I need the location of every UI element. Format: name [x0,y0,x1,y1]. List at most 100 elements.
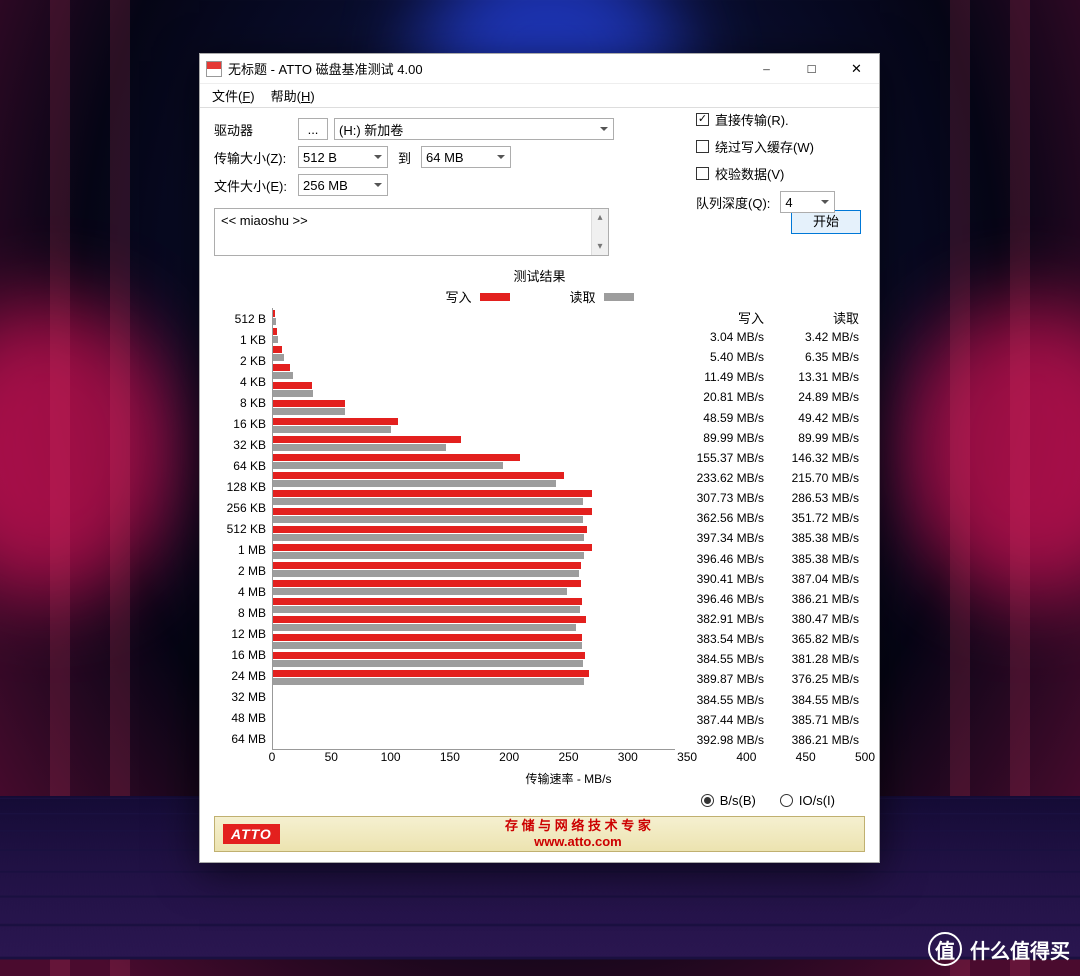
y-tick-label: 4 KB [214,371,272,392]
close-button[interactable]: ✕ [834,54,879,84]
table-row: 48.59 MB/s49.42 MB/s [675,408,865,428]
read-value: 386.21 MB/s [770,733,865,747]
write-bar [273,670,589,677]
table-row: 233.62 MB/s215.70 MB/s [675,468,865,488]
drive-label: 驱动器 [214,120,292,139]
bar-group [273,308,675,326]
write-bar [273,472,564,479]
bar-group [273,326,675,344]
write-bar [273,364,290,371]
table-row: 89.99 MB/s89.99 MB/s [675,428,865,448]
direct-io-checkbox[interactable]: ✓ 直接传输(R). [696,110,835,129]
x-tick-label: 400 [736,750,756,764]
read-value: 24.89 MB/s [770,390,865,404]
write-bar [273,580,581,587]
table-row: 11.49 MB/s13.31 MB/s [675,367,865,387]
write-value: 392.98 MB/s [675,733,770,747]
start-button[interactable]: 开始 [791,210,861,234]
maximize-button[interactable]: □ [789,54,834,84]
write-value: 362.56 MB/s [675,511,770,525]
table-row: 384.55 MB/s384.55 MB/s [675,690,865,710]
y-tick-label: 64 KB [214,455,272,476]
results-table-body: 3.04 MB/s3.42 MB/s5.40 MB/s6.35 MB/s11.4… [675,327,865,750]
y-tick-label: 16 KB [214,413,272,434]
queue-depth-select[interactable]: 4 [780,191,835,213]
legend-write-swatch [480,293,510,301]
x-tick-label: 150 [440,750,460,764]
titlebar: 无标题 - ATTO 磁盘基准测试 4.00 – □ ✕ [200,54,879,84]
table-row: 362.56 MB/s351.72 MB/s [675,508,865,528]
write-bar [273,544,592,551]
write-value: 396.46 MB/s [675,592,770,606]
app-icon [206,61,222,77]
queue-depth-label: 队列深度(Q): [696,193,770,212]
write-bar [273,526,587,533]
bar-group [273,524,675,542]
read-bar [273,570,579,577]
read-bar [273,498,583,505]
read-bar [273,426,391,433]
checkbox-icon [696,167,709,180]
write-bar [273,616,586,623]
write-value: 384.55 MB/s [675,693,770,707]
table-row: 392.98 MB/s386.21 MB/s [675,730,865,750]
scrollbar[interactable]: ▴ ▾ [591,209,608,255]
table-row: 390.41 MB/s387.04 MB/s [675,569,865,589]
bar-group [273,362,675,380]
write-bar [273,310,275,317]
bar-group [273,488,675,506]
table-row: 387.44 MB/s385.71 MB/s [675,710,865,730]
x-tick-label: 500 [855,750,875,764]
scroll-up-icon[interactable]: ▴ [592,209,608,226]
read-value: 385.38 MB/s [770,552,865,566]
menu-help[interactable]: 帮助(H) [263,84,323,107]
bar-group [273,434,675,452]
x-tick-label: 350 [677,750,697,764]
footer-banner: ATTO 存 储 与 网 络 技 术 专 家 www.atto.com [214,816,865,852]
transfer-size-to-select[interactable]: 64 MB [421,146,511,168]
checkbox-icon: ✓ [696,113,709,126]
read-bar [273,606,580,613]
read-value: 384.55 MB/s [770,693,865,707]
app-window: 无标题 - ATTO 磁盘基准测试 4.00 – □ ✕ 文件(F) 帮助(H)… [199,53,880,863]
y-tick-label: 8 MB [214,603,272,624]
drive-refresh-button[interactable]: ... [298,118,328,140]
checkbox-icon [696,140,709,153]
menu-file[interactable]: 文件(F) [204,84,263,107]
chart-bars [272,308,675,750]
x-tick-label: 450 [796,750,816,764]
drive-select[interactable]: (H:) 新加卷 [334,118,614,140]
write-value: 48.59 MB/s [675,411,770,425]
table-header-write: 写入 [675,308,770,327]
y-tick-label: 32 KB [214,434,272,455]
read-bar [273,660,583,667]
transfer-size-from-select[interactable]: 512 B [298,146,388,168]
write-value: 384.55 MB/s [675,652,770,666]
bar-group [273,614,675,632]
file-size-select[interactable]: 256 MB [298,174,388,196]
y-tick-label: 512 B [214,308,272,329]
read-value: 6.35 MB/s [770,350,865,364]
results-panel: 测试结果 写入 读取 512 B1 KB2 KB4 KB8 KB16 KB32 … [200,264,879,810]
watermark-icon: 值 [928,932,962,966]
verify-checkbox[interactable]: 校验数据(V) [696,164,835,183]
write-value: 155.37 MB/s [675,451,770,465]
table-row: 3.04 MB/s3.42 MB/s [675,327,865,347]
settings-panel: 驱动器 ... (H:) 新加卷 传输大小(Z): 512 B 到 64 MB … [200,108,879,208]
read-value: 386.21 MB/s [770,592,865,606]
x-axis-label: 传输速率 - MB/s [272,770,865,787]
radio-io-per-sec[interactable]: IO/s(I) [780,793,835,808]
window-title: 无标题 - ATTO 磁盘基准测试 4.00 [228,59,744,78]
table-row: 5.40 MB/s6.35 MB/s [675,347,865,367]
y-tick-label: 12 MB [214,624,272,645]
y-tick-label: 16 MB [214,645,272,666]
bypass-cache-checkbox[interactable]: 绕过写入缓存(W) [696,137,835,156]
radio-bytes-per-sec[interactable]: B/s(B) [701,793,756,808]
read-bar [273,642,582,649]
table-row: 383.54 MB/s365.82 MB/s [675,629,865,649]
description-textbox[interactable]: << miaoshu >> ▴ ▾ [214,208,609,256]
x-tick-label: 0 [269,750,276,764]
x-tick-label: 50 [325,750,338,764]
minimize-button[interactable]: – [744,54,789,84]
scroll-down-icon[interactable]: ▾ [592,238,608,255]
